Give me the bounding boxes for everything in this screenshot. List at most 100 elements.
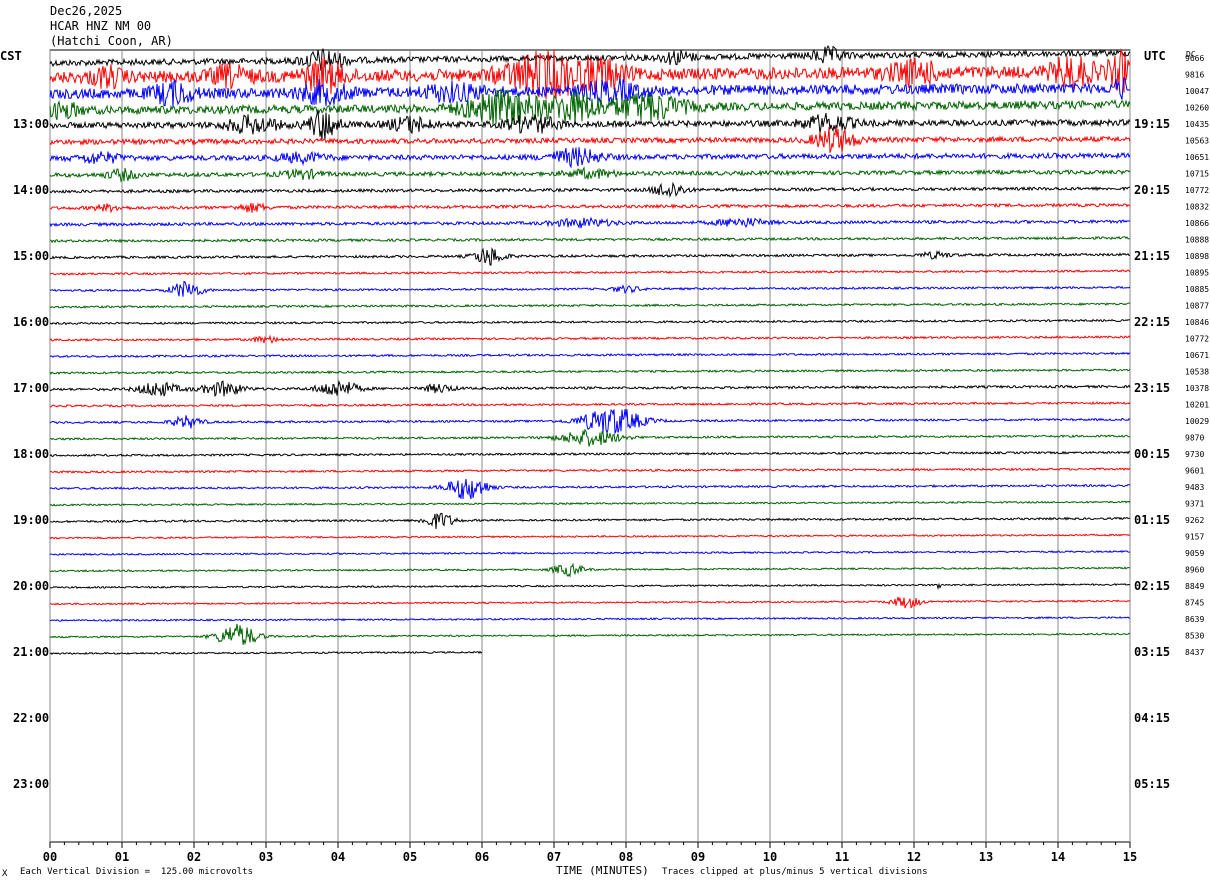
trace-line xyxy=(49,334,1131,344)
utc-hour-label: 00:15 xyxy=(1134,447,1170,461)
x-tick-label: 04 xyxy=(331,850,345,864)
dc-offset-label: 9730 xyxy=(1185,450,1204,459)
dc-offset-label: 9483 xyxy=(1185,483,1204,492)
dc-offset-label: 10895 xyxy=(1185,269,1209,278)
cst-hour-label: 16:00 xyxy=(13,315,49,329)
dc-offset-label: 10846 xyxy=(1185,318,1209,327)
time-labels: 9666 9816 10047 10260 10435 10563 10651 10715 10… xyxy=(13,54,1209,791)
corner-mark: X xyxy=(2,869,8,879)
dc-offset-label: 10378 xyxy=(1185,384,1209,393)
cst-hour-label: 13:00 xyxy=(13,117,49,131)
x-axis: 00 01 02 03 04 05 06 07 08 09 10 11 12 13 14 15 xyxy=(43,842,1137,864)
x-tick-label: 02 xyxy=(187,850,201,864)
trace-line xyxy=(49,351,1131,359)
utc-hour-label: 03:15 xyxy=(1134,645,1170,659)
x-tick-label: 14 xyxy=(1051,850,1065,864)
clip-note: Traces clipped at plus/minus 5 vertical … xyxy=(662,867,928,877)
dc-offset-label: 10563 xyxy=(1185,137,1209,146)
x-tick-label: 01 xyxy=(115,850,129,864)
trace-line xyxy=(49,235,1131,244)
trace-line xyxy=(49,147,1131,169)
dc-offset-label: 9870 xyxy=(1185,434,1204,443)
dc-offset-label: 10866 xyxy=(1185,219,1209,228)
dc-offset-label: 8849 xyxy=(1185,582,1204,591)
utc-hour-label: 05:15 xyxy=(1134,777,1170,791)
trace-line xyxy=(49,269,1131,276)
x-axis-title: TIME (MINUTES) xyxy=(556,864,649,877)
x-tick-label: 03 xyxy=(259,850,273,864)
dc-offset-label: 9157 xyxy=(1185,533,1204,542)
cst-hour-label: 19:00 xyxy=(13,513,49,527)
cst-hour-label: 17:00 xyxy=(13,381,49,395)
dc-offset-label: 10885 xyxy=(1185,285,1209,294)
dc-offset-label: 10832 xyxy=(1185,203,1209,212)
cst-hour-label: 18:00 xyxy=(13,447,49,461)
trace-line xyxy=(49,478,1131,500)
cst-hour-label: 23:00 xyxy=(13,777,49,791)
dc-offset-label: 9666 xyxy=(1185,54,1204,63)
dc-offset-label: 10898 xyxy=(1185,252,1209,261)
x-tick-label: 10 xyxy=(763,850,777,864)
dc-offset-label: 8437 xyxy=(1185,648,1204,657)
trace-line xyxy=(49,596,1131,609)
trace-line xyxy=(49,550,1131,557)
dc-offset-label: 9262 xyxy=(1185,516,1204,525)
x-tick-label: 09 xyxy=(691,850,705,864)
utc-hour-label: 02:15 xyxy=(1134,579,1170,593)
cst-hour-label: 15:00 xyxy=(13,249,49,263)
trace-line xyxy=(49,512,1131,530)
trace-line xyxy=(49,500,1131,507)
dc-offset-label: 9601 xyxy=(1185,467,1204,476)
trace-line xyxy=(49,181,1131,199)
cst-hour-label: 14:00 xyxy=(13,183,49,197)
trace-line xyxy=(49,533,1131,540)
trace-line xyxy=(49,202,1131,214)
dc-offset-label: 10260 xyxy=(1185,104,1209,113)
x-tick-label: 00 xyxy=(43,850,57,864)
x-tick-label: 05 xyxy=(403,850,417,864)
trace-line xyxy=(49,401,1131,408)
plot-frame xyxy=(49,49,1131,843)
trace-line xyxy=(49,302,1131,309)
cst-hour-label: 20:00 xyxy=(13,579,49,593)
dc-offset-label: 8745 xyxy=(1185,599,1204,608)
trace-line xyxy=(49,111,1131,140)
dc-offset-label: 10877 xyxy=(1185,302,1209,311)
utc-hour-label: 01:15 xyxy=(1134,513,1170,527)
x-tick-label: 11 xyxy=(835,850,849,864)
utc-hour-label: 23:15 xyxy=(1134,381,1170,395)
dc-offset-label: 9059 xyxy=(1185,549,1204,558)
dc-offset-label: 9816 xyxy=(1185,71,1204,80)
x-tick-label: 07 xyxy=(547,850,561,864)
utc-hour-label: 04:15 xyxy=(1134,711,1170,725)
dc-offset-label: 10047 xyxy=(1185,87,1209,96)
dc-offset-label: 10435 xyxy=(1185,120,1209,129)
utc-hour-label: 22:15 xyxy=(1134,315,1170,329)
dc-offset-label: 8530 xyxy=(1185,632,1204,641)
dc-offset-label: 10671 xyxy=(1185,351,1209,360)
dc-offset-label: 10201 xyxy=(1185,401,1209,410)
dc-offset-label: 10715 xyxy=(1185,170,1209,179)
trace-line xyxy=(49,428,1131,447)
trace-line xyxy=(49,280,1131,297)
helicorder-plot: 9666 9816 10047 10260 10435 10563 10651 10715 10… xyxy=(13,44,1209,864)
trace-line xyxy=(49,467,1131,474)
x-tick-label: 06 xyxy=(475,850,489,864)
dc-offset-label: 8960 xyxy=(1185,566,1204,575)
trace-line xyxy=(49,379,1131,398)
trace-line xyxy=(49,368,1131,375)
trace-line xyxy=(49,318,1131,326)
dc-offset-label: 10772 xyxy=(1185,335,1209,344)
dc-offset-label: 10772 xyxy=(1185,186,1209,195)
cst-hour-label: 21:00 xyxy=(13,645,49,659)
scale-note: Each Vertical Division = 125.00 microvol… xyxy=(20,867,253,877)
x-tick-label: 08 xyxy=(619,850,633,864)
dc-offset-label: 10651 xyxy=(1185,153,1209,162)
utc-hour-label: 19:15 xyxy=(1134,117,1170,131)
trace-line xyxy=(49,562,1131,578)
dc-offset-label: 10538 xyxy=(1185,368,1209,377)
trace-line xyxy=(49,616,1131,622)
trace-line xyxy=(49,216,1131,229)
trace-line xyxy=(49,623,1131,646)
trace-line xyxy=(49,126,1131,153)
